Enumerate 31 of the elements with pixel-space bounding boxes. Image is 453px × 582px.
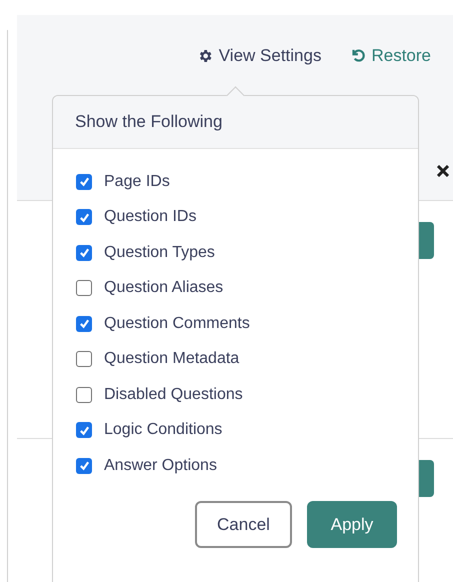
- checkbox[interactable]: [76, 244, 92, 260]
- checkbox[interactable]: [76, 280, 92, 296]
- undo-icon: [351, 48, 366, 64]
- view-settings-button[interactable]: View Settings: [196, 43, 322, 68]
- checkbox[interactable]: [76, 458, 92, 474]
- option-label: Answer Options: [104, 456, 217, 476]
- option-label: Logic Conditions: [104, 420, 222, 440]
- check-icon: [78, 247, 90, 258]
- check-icon: [78, 424, 90, 436]
- checkbox[interactable]: [76, 386, 92, 402]
- close-icon[interactable]: [437, 165, 449, 177]
- check-icon: [78, 212, 90, 222]
- restore-button[interactable]: Restore: [351, 43, 431, 68]
- cancel-button[interactable]: Cancel: [195, 501, 292, 548]
- option-label: Question IDs: [104, 207, 196, 227]
- option-label: Question Types: [104, 242, 215, 262]
- checkbox[interactable]: [76, 351, 92, 367]
- popover-title: Show the Following: [75, 111, 222, 134]
- apply-button[interactable]: Apply: [307, 501, 397, 548]
- option-label: Page IDs: [104, 172, 170, 192]
- checkbox[interactable]: [76, 209, 92, 225]
- option-label: Question Aliases: [104, 278, 224, 298]
- option-label: Disabled Questions: [104, 384, 243, 404]
- option-label: Question Metadata: [104, 349, 240, 369]
- option-label: Question Comments: [104, 314, 250, 334]
- checkbox[interactable]: [76, 174, 92, 190]
- check-icon: [78, 318, 90, 329]
- check-icon: [78, 460, 90, 471]
- check-icon: [78, 176, 90, 187]
- checkbox[interactable]: [76, 422, 92, 438]
- checkbox[interactable]: [76, 316, 92, 332]
